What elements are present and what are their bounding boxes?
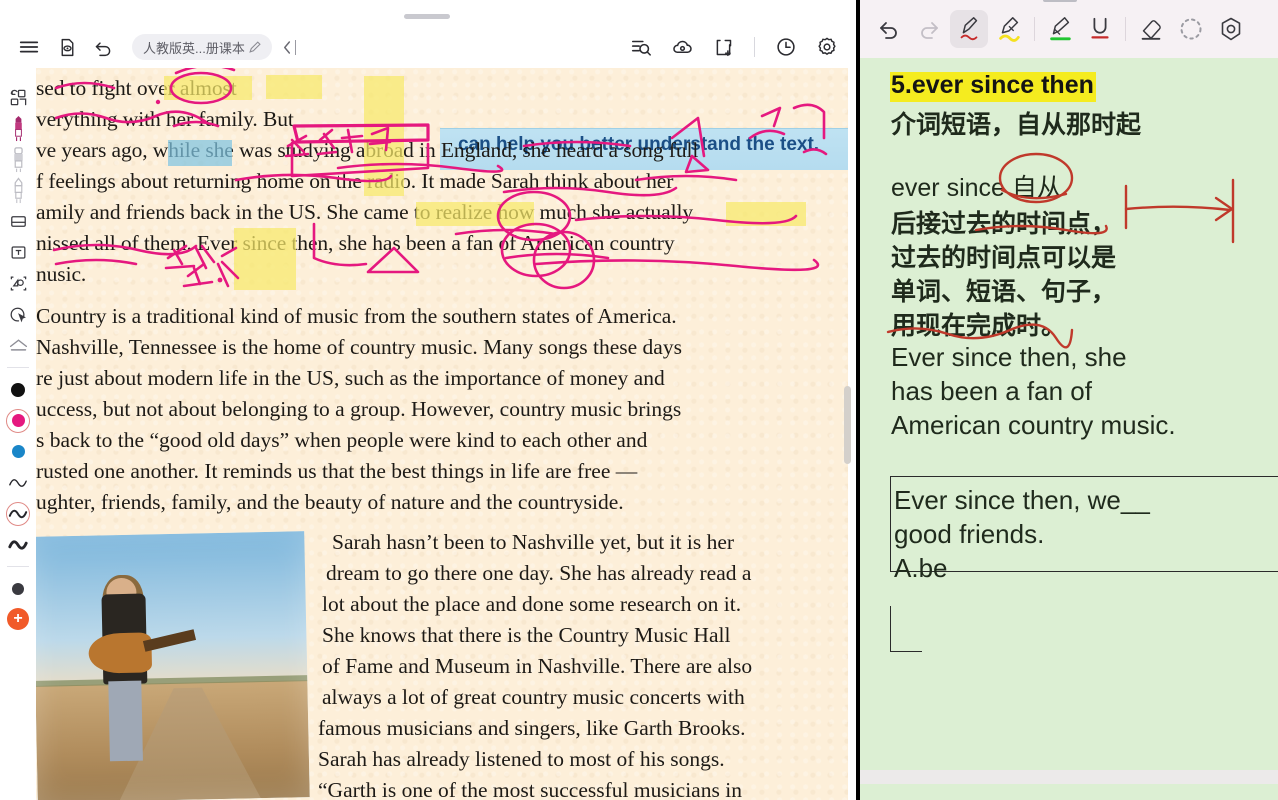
reader-vertical-scrollbar[interactable] (844, 386, 851, 464)
notes-bottom-strip (860, 784, 1278, 800)
exercise-line: A.be (894, 553, 948, 583)
underline-button[interactable] (1081, 10, 1119, 48)
pen-icon[interactable] (3, 113, 33, 144)
document-eye-icon[interactable] (52, 32, 82, 62)
cloud-sync-icon[interactable] (667, 32, 697, 62)
exercise-line: Ever since then, we__ (894, 485, 1150, 515)
note-line: has been a fan of (891, 376, 1092, 406)
document-title-pill[interactable]: 人教版英...册课本 (132, 34, 272, 60)
note-line: 用现在完成时。 (891, 312, 1067, 340)
page-line: Sarah has already listened to most of hi… (318, 747, 725, 771)
eraser-button[interactable] (1132, 10, 1170, 48)
page-line: She knows that there is the Country Musi… (322, 623, 731, 647)
add-tool-button[interactable]: + (7, 608, 29, 630)
redo-button[interactable] (910, 10, 948, 48)
page-line: nissed all of them. Ever since then, she… (36, 231, 675, 255)
note-title: 5.ever since then (891, 71, 1094, 99)
page-line: rusted one another. It reminds us that t… (36, 459, 638, 483)
reader-toolbar: 人教版英...册课本 (0, 26, 856, 68)
toolbar-divider (754, 37, 755, 57)
notes-toolbar-divider (1034, 17, 1035, 41)
page-line: s back to the “good old days” when peopl… (36, 428, 648, 452)
lasso-select-icon[interactable] (3, 299, 33, 330)
window-drag-handle[interactable] (404, 14, 450, 19)
page-line: “Garth is one of the most successful mus… (318, 778, 742, 800)
highlight-yellow (164, 76, 252, 100)
pencil-edit-icon[interactable] (248, 40, 261, 54)
collapse-panel-button[interactable] (282, 39, 296, 55)
page-line: always a lot of great country music conc… (322, 685, 745, 709)
rail-divider-2 (7, 566, 29, 567)
page-line: amily and friends back in the US. She ca… (36, 200, 693, 224)
textbook-page-canvas[interactable]: can help you better understand the text.… (36, 68, 848, 800)
highlighter-icon[interactable] (3, 144, 33, 175)
color-blue-swatch[interactable] (3, 436, 33, 467)
stroke-medium-option[interactable] (3, 498, 33, 529)
shapes-icon[interactable] (3, 82, 33, 113)
document-title-text: 人教版英...册课本 (143, 40, 245, 56)
app-window: 人教版英...册课本 + can help you better underst… (0, 0, 1278, 800)
marker-icon[interactable] (3, 175, 33, 206)
page-line: lot about the place and done some resear… (322, 592, 742, 616)
rail-divider (7, 367, 29, 368)
page-line: nusic. (36, 262, 87, 286)
highlight-blue (168, 140, 232, 166)
undo-icon[interactable] (88, 32, 118, 62)
note-line: Ever since then, she (891, 342, 1127, 372)
exercise-line: good friends. (894, 519, 1045, 549)
page-line: Country is a traditional kind of music f… (36, 304, 677, 328)
more-color-dot[interactable] (3, 573, 33, 604)
page-line: Nashville, Tennessee is the home of coun… (36, 335, 682, 359)
textbook-reader-pane: 人教版英...册课本 + can help you better underst… (0, 0, 856, 800)
notes-bottom-divider (860, 770, 1278, 784)
notes-toolbar (860, 0, 1278, 58)
page-line: re just about modern life in the US, suc… (36, 366, 665, 390)
notes-toolbar-divider-2 (1125, 17, 1126, 41)
menu-icon[interactable] (14, 32, 44, 62)
notes-annotation-pane: 5.ever since then 介词短语，自从那时起 ever since … (860, 0, 1278, 800)
note-subtitle: 介词短语，自从那时起 (891, 111, 1142, 139)
note-line: ever since 自从 (891, 174, 1062, 202)
stroke-thick-option[interactable] (3, 529, 33, 560)
search-list-icon[interactable] (626, 32, 656, 62)
pen-button[interactable] (950, 10, 988, 48)
note-line: American country music. (891, 410, 1176, 440)
highlight-yellow (726, 202, 806, 226)
stroke-thin-option[interactable] (3, 467, 33, 498)
highlight-yellow (266, 75, 322, 99)
hex-gear-icon[interactable] (1212, 10, 1250, 48)
eraser-icon[interactable] (3, 206, 33, 237)
add-page-icon[interactable] (708, 32, 738, 62)
note-line: 后接过去的时间点， (891, 210, 1117, 238)
clock-history-icon[interactable] (771, 32, 801, 62)
annotation-tool-rail: + (0, 68, 36, 800)
page-line: of Fame and Museum in Nashville. There a… (322, 654, 753, 678)
page-line: verything with her family. But (36, 107, 294, 131)
notes-canvas[interactable]: 5.ever since then 介词短语，自从那时起 ever since … (860, 58, 1278, 770)
page-line: ughter, friends, family, and the beauty … (36, 490, 624, 514)
color-pink-swatch[interactable] (3, 405, 33, 436)
gear-settings-icon[interactable] (812, 32, 842, 62)
color-black-swatch[interactable] (3, 374, 33, 405)
highlight-yellow (416, 202, 534, 226)
note-line: 单词、短语、句子， (891, 278, 1117, 306)
page-line: f feelings about returning home on the r… (36, 169, 674, 193)
text-box-icon[interactable] (3, 237, 33, 268)
lasso-select-button[interactable] (1172, 10, 1210, 48)
girl-playing-guitar-photo (36, 531, 310, 800)
page-line: uccess, but not about belonging to a gro… (36, 397, 682, 421)
undo-button[interactable] (870, 10, 908, 48)
text-cursor-box[interactable] (890, 606, 922, 652)
page-line: famous musicians and singers, like Garth… (318, 716, 746, 740)
note-line: 过去的时间点可以是 (891, 244, 1117, 272)
highlighter-button[interactable] (990, 10, 1028, 48)
highlight-yellow (234, 228, 296, 290)
chevron-up-icon[interactable] (3, 330, 33, 361)
marker-button[interactable] (1041, 0, 1079, 48)
page-line: dream to go there one day. She has alrea… (326, 561, 752, 585)
notes-panel-drag-handle[interactable] (1043, 0, 1077, 2)
page-line: Sarah hasn’t been to Nashville yet, but … (332, 530, 735, 554)
image-insert-icon[interactable] (3, 268, 33, 299)
highlight-yellow (364, 76, 404, 196)
